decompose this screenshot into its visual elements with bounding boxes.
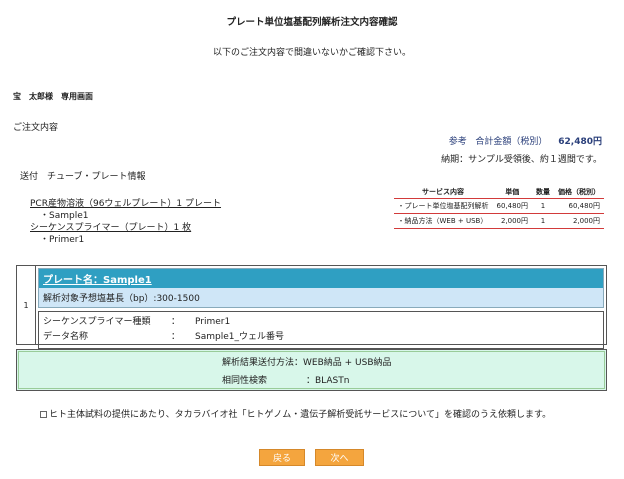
total-label: 合計金額（税別） bbox=[475, 137, 548, 147]
result-method-label: 解析結果送付方法： bbox=[222, 358, 304, 368]
sample-index: 1 bbox=[17, 266, 36, 344]
table-row: ・納品方法（WEB + USB） 2,000円 1 2,000円 bbox=[393, 213, 604, 229]
quantity: 1 bbox=[532, 213, 554, 229]
order-heading: ご注文内容 bbox=[13, 123, 59, 133]
user-label: 宝 太郎様 専用画面 bbox=[13, 92, 93, 101]
page-title: プレート単位塩基配列解析注文内容確認 bbox=[226, 17, 398, 28]
result-homology: 相同性検索 ：BLASTn bbox=[222, 373, 349, 386]
plate-header: プレート名：Sample1 解析対象予想塩基長（bp）:300-1500 bbox=[38, 268, 604, 308]
detail-row-data-name: データ名称 ： Sample1_ウェル番号 bbox=[43, 330, 599, 345]
detail-value: Primer1 bbox=[195, 317, 231, 327]
delivery-info: 納期：サンプル受領後、約１週間です。 bbox=[441, 155, 602, 165]
reference-label: 参考 bbox=[448, 137, 467, 147]
price: 2,000円 bbox=[554, 213, 604, 229]
detail-key: データ名称 bbox=[43, 332, 89, 342]
detail-value: Sample1_ウェル番号 bbox=[195, 332, 284, 342]
result-box: 解析結果送付方法： WEB納品 + USB納品 相同性検索 ：BLASTn bbox=[16, 349, 607, 391]
next-button[interactable]: 次へ bbox=[315, 449, 364, 466]
item-list: PCR産物溶液（96ウェルプレート）1 プレート ・Sample1 シーケンスプ… bbox=[30, 198, 221, 246]
consent-text: ヒト主体試料の提供にあたり、タカラバイオ社「ヒトゲノム・遺伝子解析受託サービスに… bbox=[49, 410, 552, 420]
detail-sep: ： bbox=[171, 332, 181, 342]
col-header-price: 価格（税別） bbox=[554, 186, 604, 199]
detail-row-primer: シーケンスプライマー種類 ： Primer1 bbox=[43, 315, 599, 330]
quantity: 1 bbox=[532, 198, 554, 214]
price-summary: 参考 合計金額（税別） 62,480円 納期：サンプル受領後、約１週間です。 bbox=[441, 134, 602, 165]
unit-price: 60,480円 bbox=[492, 198, 532, 214]
result-homology-value: ：BLASTn bbox=[306, 376, 350, 386]
unit-price: 2,000円 bbox=[492, 213, 532, 229]
detail-key: シーケンスプライマー種類 bbox=[43, 317, 151, 327]
service-name: ・納品方法（WEB + USB） bbox=[393, 213, 493, 229]
plate-name: プレート名：Sample1 bbox=[39, 269, 603, 288]
item-sub: ・Sample1 bbox=[40, 211, 89, 221]
total-amount: 62,480円 bbox=[558, 137, 602, 147]
result-homology-label: 相同性検索 bbox=[222, 376, 268, 386]
sample-inner: プレート名：Sample1 解析対象予想塩基長（bp）:300-1500 シーケ… bbox=[38, 268, 604, 349]
col-header-unit-price: 単価 bbox=[492, 186, 532, 199]
consent-checkbox[interactable] bbox=[40, 411, 47, 418]
result-method: 解析結果送付方法： WEB納品 + USB納品 bbox=[222, 355, 392, 368]
send-info-heading: 送付 チューブ・プレート情報 bbox=[20, 172, 146, 182]
col-header-service: サービス内容 bbox=[393, 186, 493, 199]
item-title: シーケンスプライマー（プレート）1 枚 bbox=[30, 223, 192, 233]
service-name: ・プレート単位塩基配列解析 bbox=[393, 198, 493, 214]
services-table: サービス内容 単価 数量 価格（税別） ・プレート単位塩基配列解析 60,480… bbox=[393, 186, 604, 229]
item-sub: ・Primer1 bbox=[40, 235, 85, 245]
back-button[interactable]: 戻る bbox=[259, 449, 305, 466]
confirm-message: 以下のご注文内容で間違いないかご確認下さい。 bbox=[212, 48, 411, 58]
result-method-value: WEB納品 + USB納品 bbox=[303, 358, 392, 368]
plate-details: シーケンスプライマー種類 ： Primer1 データ名称 ： Sample1_ウ… bbox=[38, 311, 604, 349]
consent-line: ヒト主体試料の提供にあたり、タカラバイオ社「ヒトゲノム・遺伝子解析受託サービスに… bbox=[40, 407, 551, 420]
price: 60,480円 bbox=[554, 198, 604, 214]
sample-box: 1 プレート名：Sample1 解析対象予想塩基長（bp）:300-1500 シ… bbox=[16, 265, 607, 349]
plate-length: 解析対象予想塩基長（bp）:300-1500 bbox=[43, 294, 200, 304]
item-title: PCR産物溶液（96ウェルプレート）1 プレート bbox=[30, 199, 222, 209]
col-header-quantity: 数量 bbox=[532, 186, 554, 199]
detail-sep: ： bbox=[171, 317, 181, 327]
table-row: ・プレート単位塩基配列解析 60,480円 1 60,480円 bbox=[393, 198, 604, 214]
